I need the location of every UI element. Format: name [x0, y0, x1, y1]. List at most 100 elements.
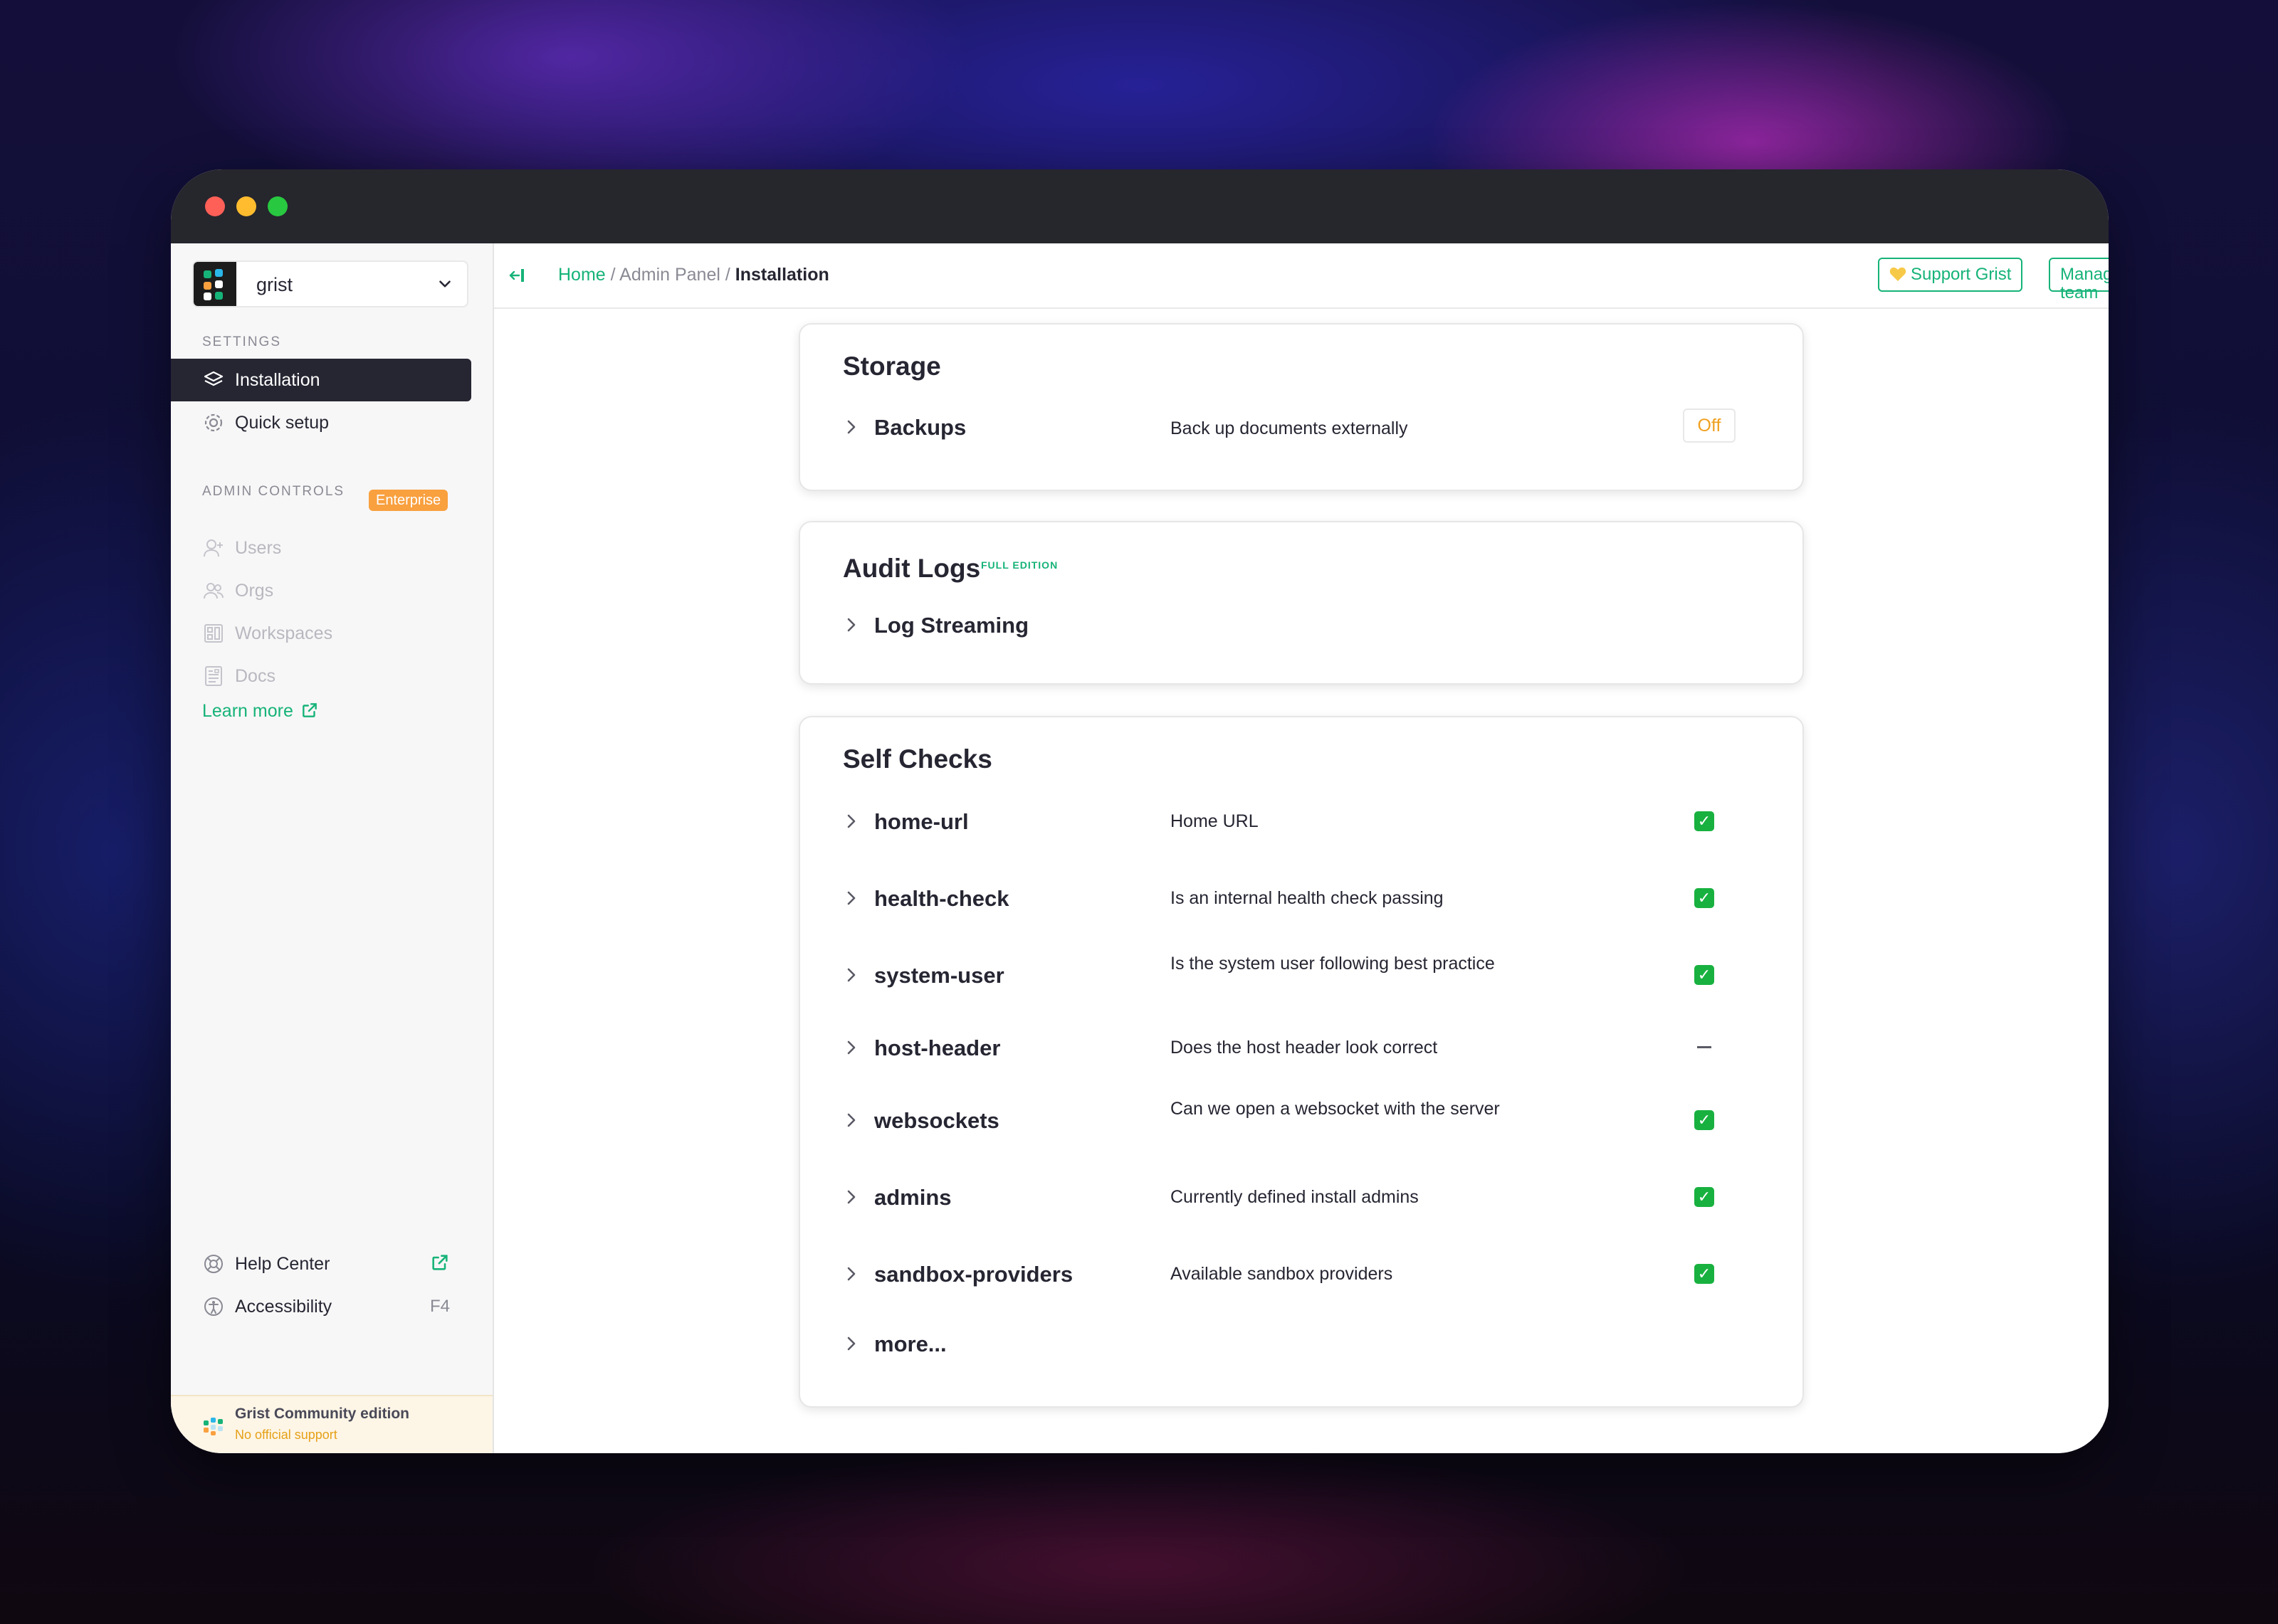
check-row-health-check[interactable]: health-check Is an internal health check… [843, 877, 1763, 919]
manage-team-button[interactable]: Manage team [2049, 258, 2109, 302]
chevron-right-icon [847, 1190, 856, 1204]
checkmark-icon: ✓ [1694, 811, 1714, 831]
edition-subtitle: No official support [235, 1428, 337, 1442]
row-name: system-user [874, 963, 1004, 988]
chevron-right-icon [847, 1336, 856, 1351]
row-name: sandbox-providers [874, 1262, 1074, 1287]
audit-logs-card: Audit Logs FULL EDITION Log Streaming [799, 521, 1804, 685]
accessibility-icon [204, 1297, 223, 1316]
org-name: grist [256, 274, 293, 295]
check-row-more[interactable]: more... [843, 1322, 1763, 1365]
row-name: Backups [874, 415, 967, 440]
left-panel: grist SETTINGS Installation Quick setup … [171, 243, 494, 1453]
checkmark-icon: ✓ [1694, 1264, 1714, 1284]
row-name: host-header [874, 1035, 1001, 1060]
support-grist-button[interactable]: Support Grist [1878, 258, 2023, 292]
audit-logs-title: Audit Logs [843, 554, 981, 583]
sidebar-item-users[interactable]: Users [171, 527, 471, 569]
sidebar-item-installation[interactable]: Installation [171, 359, 471, 401]
sidebar-item-orgs[interactable]: Orgs [171, 569, 471, 612]
sidebar-item-label: Help Center [235, 1254, 330, 1274]
sidebar-item-workspaces[interactable]: Workspaces [171, 612, 471, 655]
row-description: Is an internal health check passing [1170, 888, 1444, 908]
top-bar: Home / Admin Panel / Installation Suppor… [494, 243, 2109, 309]
storage-card: Storage Backups Back up documents extern… [799, 323, 1804, 491]
row-name: more... [874, 1332, 947, 1356]
breadcrumb-separator: / [610, 265, 616, 285]
grist-logo-icon [194, 262, 236, 306]
storage-title: Storage [843, 352, 941, 381]
chevron-right-icon [847, 968, 856, 982]
support-grist-label: Support Grist [1911, 265, 2012, 284]
breadcrumb: Home / Admin Panel / Installation [558, 265, 829, 285]
admin-controls-section-label: ADMIN CONTROLS [202, 484, 345, 499]
sidebar-item-label: Users [235, 538, 282, 558]
check-row-home-url[interactable]: home-url Home URL ✓ [843, 800, 1763, 843]
maximize-window-button[interactable] [268, 196, 288, 216]
sidebar-item-label: Orgs [235, 581, 274, 601]
edition-title: Grist Community edition [235, 1406, 410, 1422]
manage-team-label: Manage team [2060, 265, 2109, 302]
chevron-down-icon [439, 280, 451, 288]
org-switcher[interactable]: grist [192, 260, 468, 307]
row-description: Available sandbox providers [1170, 1264, 1393, 1284]
chevron-right-icon [847, 1113, 856, 1127]
row-description: Can we open a websocket with the server [1170, 1099, 1500, 1119]
learn-more-label: Learn more [202, 701, 293, 721]
breadcrumb-current: Installation [735, 265, 829, 285]
external-link-icon [432, 1255, 448, 1270]
checkmark-icon: ✓ [1694, 888, 1714, 908]
workspaces-icon [204, 624, 223, 643]
check-row-admins[interactable]: admins Currently defined install admins … [843, 1176, 1763, 1218]
lifebuoy-icon [204, 1255, 223, 1273]
document-icon [205, 666, 222, 686]
pending-status-icon [1697, 1046, 1711, 1048]
check-row-sandbox-providers[interactable]: sandbox-providers Available sandbox prov… [843, 1253, 1763, 1295]
checkmark-icon: ✓ [1694, 1187, 1714, 1207]
check-row-system-user[interactable]: system-user Is the system user following… [843, 954, 1763, 996]
main-content: Storage Backups Back up documents extern… [494, 309, 2109, 1453]
self-checks-title: Self Checks [843, 744, 992, 774]
people-icon [204, 583, 224, 599]
row-description: Currently defined install admins [1170, 1187, 1419, 1207]
check-row-host-header[interactable]: host-header Does the host header look co… [843, 1026, 1763, 1069]
enterprise-badge: Enterprise [369, 490, 448, 511]
breadcrumb-home[interactable]: Home [558, 265, 606, 285]
edition-banner: Grist Community edition No official supp… [171, 1395, 493, 1453]
row-description: Does the host header look correct [1170, 1038, 1438, 1058]
chevron-right-icon [847, 814, 856, 828]
checkmark-icon: ✓ [1694, 1110, 1714, 1130]
learn-more-link[interactable]: Learn more [202, 701, 319, 722]
minimize-window-button[interactable] [236, 196, 256, 216]
app-window: grist SETTINGS Installation Quick setup … [171, 169, 2109, 1453]
sidebar-item-accessibility[interactable]: Accessibility F4 [171, 1285, 471, 1328]
gear-icon [204, 413, 223, 432]
chevron-right-icon [847, 1267, 856, 1281]
self-checks-card: Self Checks home-url Home URL ✓ health-c… [799, 716, 1804, 1408]
sidebar-item-docs[interactable]: Docs [171, 655, 471, 697]
row-name: websockets [874, 1108, 999, 1133]
sidebar-item-label: Quick setup [235, 413, 330, 433]
collapse-panel-icon[interactable] [505, 265, 527, 286]
checkmark-icon: ✓ [1694, 965, 1714, 985]
layers-icon [204, 371, 224, 386]
sidebar-item-label: Accessibility [235, 1297, 332, 1317]
sidebar-item-quick-setup[interactable]: Quick setup [171, 401, 471, 444]
external-link-icon [303, 703, 317, 717]
grist-logo-icon [204, 1418, 223, 1435]
chevron-right-icon [847, 1040, 856, 1055]
row-name: admins [874, 1185, 952, 1210]
row-description: Back up documents externally [1170, 418, 1408, 438]
breadcrumb-admin-panel[interactable]: Admin Panel [619, 265, 720, 285]
full-edition-badge: FULL EDITION [981, 559, 1059, 571]
storage-row-backups[interactable]: Backups Back up documents externally Off [843, 406, 1763, 448]
audit-row-log-streaming[interactable]: Log Streaming [843, 603, 1763, 646]
sidebar-item-label: Workspaces [235, 623, 333, 643]
check-row-websockets[interactable]: websockets Can we open a websocket with … [843, 1099, 1763, 1141]
heart-icon [1889, 267, 1906, 281]
status-badge[interactable]: Off [1683, 408, 1736, 443]
close-window-button[interactable] [205, 196, 225, 216]
sidebar-item-help-center[interactable]: Help Center [171, 1243, 471, 1285]
row-name: Log Streaming [874, 613, 1029, 638]
window-titlebar [171, 169, 2109, 243]
